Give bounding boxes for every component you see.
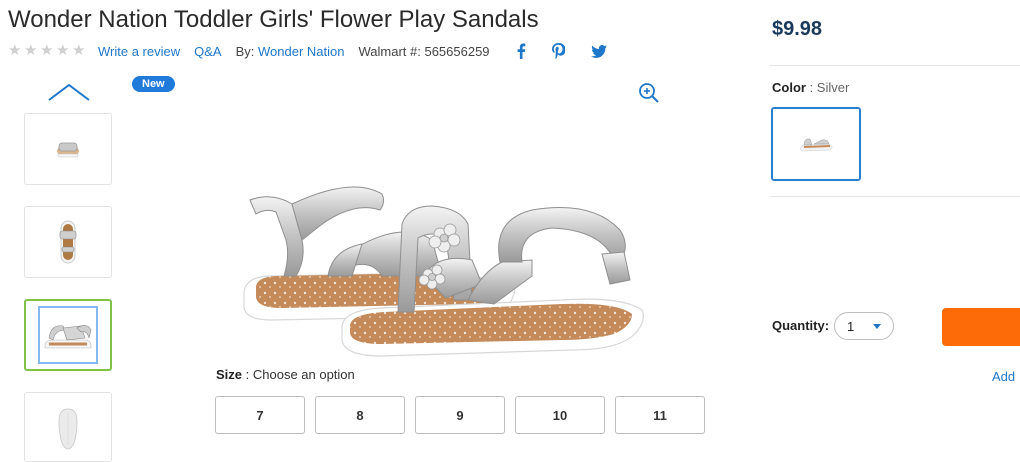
by-label: By: [235, 43, 255, 59]
add-to-cart-button[interactable] [942, 308, 1020, 346]
new-badge: New [132, 76, 175, 92]
size-label-row: Size : Choose an option [216, 367, 355, 382]
brand-line: By: Wonder Nation [236, 44, 345, 59]
divider [770, 65, 1020, 66]
divider [770, 196, 1020, 197]
sandal-thumbnail-image [58, 408, 78, 450]
star-icon: ★ [8, 42, 22, 59]
color-label-row: Color : Silver [772, 80, 849, 95]
price: $9.98 [772, 18, 823, 40]
add-link[interactable]: Add [992, 369, 1015, 384]
walmart-number: Walmart #: 565656259 [358, 43, 490, 59]
write-review-link[interactable]: Write a review [98, 44, 180, 59]
size-option-9[interactable]: 9 [415, 396, 505, 434]
gallery-thumb-2[interactable] [24, 206, 112, 278]
quantity-label: Quantity: [772, 318, 830, 333]
zoom-in-icon[interactable] [638, 82, 660, 109]
size-separator: : [242, 367, 253, 382]
quantity-select[interactable]: 1 [834, 312, 894, 340]
size-options: 7 8 9 10 11 [215, 396, 705, 434]
quantity-value: 1 [847, 318, 855, 334]
gallery-up-arrow[interactable] [48, 82, 90, 107]
size-prompt: Choose an option [252, 367, 355, 382]
chevron-up-icon [48, 83, 90, 101]
color-separator: : [805, 80, 817, 95]
color-label: Color [772, 80, 806, 95]
size-option-10[interactable]: 10 [515, 396, 605, 434]
size-option-11[interactable]: 11 [615, 396, 705, 434]
star-icon: ★ [56, 42, 70, 59]
product-title: Wonder Nation Toddler Girls' Flower Play… [8, 6, 539, 33]
size-option-8[interactable]: 8 [315, 396, 405, 434]
gallery-thumb-1[interactable] [24, 113, 112, 185]
color-value: Silver [816, 80, 850, 95]
sandal-thumbnail-image [44, 325, 92, 349]
pinterest-icon[interactable] [551, 43, 565, 59]
brand-link[interactable]: Wonder Nation [258, 44, 344, 59]
sandal-thumbnail-image [59, 220, 77, 264]
rating-stars[interactable]: ★ ★ ★ ★ ★ [8, 42, 86, 59]
social-share [516, 43, 607, 59]
main-product-image[interactable] [232, 180, 652, 385]
star-icon: ★ [24, 42, 38, 59]
qa-link[interactable]: Q&A [194, 44, 221, 59]
size-option-7[interactable]: 7 [215, 396, 305, 434]
caret-down-icon [873, 324, 881, 329]
star-icon: ★ [40, 42, 54, 59]
color-swatch-silver[interactable] [771, 107, 861, 181]
star-icon: ★ [72, 42, 86, 59]
sandal-swatch-image [799, 138, 833, 152]
twitter-icon[interactable] [590, 44, 607, 58]
gallery-thumb-3-selected[interactable] [24, 299, 112, 371]
size-label: Size [216, 367, 243, 382]
facebook-icon[interactable] [516, 43, 526, 59]
sandal-thumbnail-image [57, 142, 79, 158]
thumb-highlight [38, 306, 98, 364]
product-meta-row: ★ ★ ★ ★ ★ Write a review Q&A By: Wonder … [8, 42, 607, 60]
gallery-thumb-4[interactable] [24, 392, 112, 462]
